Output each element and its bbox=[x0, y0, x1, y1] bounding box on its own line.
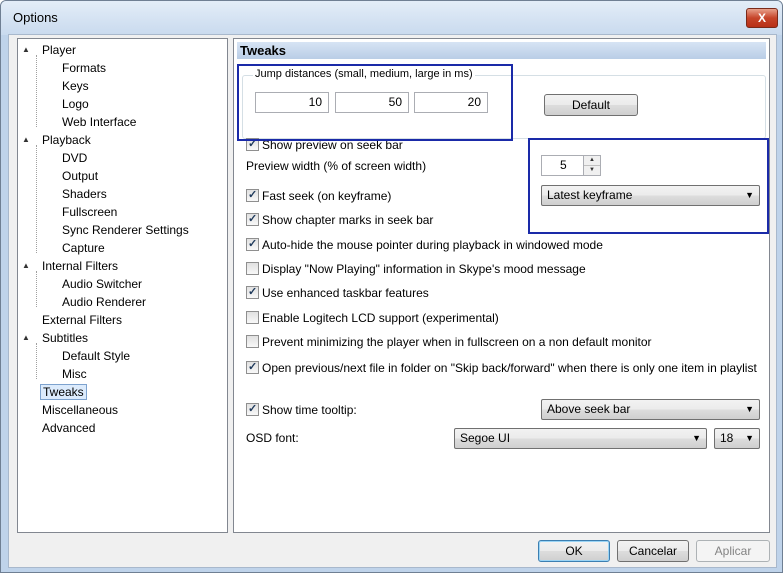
page-title: Tweaks bbox=[237, 42, 766, 59]
preview-width-label: Preview width (% of screen width) bbox=[246, 159, 427, 173]
checkbox-box[interactable] bbox=[246, 401, 259, 417]
tree-item-label: Web Interface bbox=[62, 115, 137, 129]
tree-item-label: Advanced bbox=[42, 421, 96, 435]
tree-connector bbox=[36, 145, 37, 253]
tree-item-label: Audio Renderer bbox=[62, 295, 147, 309]
collapse-triangle-icon[interactable]: ▲ bbox=[22, 46, 30, 54]
cancel-button[interactable]: Cancelar bbox=[617, 540, 689, 562]
checkbox-label: Prevent minimizing the player when in fu… bbox=[262, 335, 652, 349]
tree-item-label: Keys bbox=[62, 79, 89, 93]
tree-item-label: Output bbox=[62, 169, 99, 183]
tree-item-label: External Filters bbox=[42, 313, 123, 327]
default-button[interactable]: Default bbox=[544, 94, 638, 116]
tooltip-position-dropdown[interactable]: Above seek bar ▼ bbox=[541, 399, 760, 420]
tree-item-misc[interactable]: Misc bbox=[62, 365, 87, 383]
checkbox-box[interactable] bbox=[246, 211, 259, 227]
tree-item-label: Default Style bbox=[62, 349, 131, 363]
tree-item-label: Playback bbox=[42, 133, 91, 147]
annotation-box-jump-distances bbox=[237, 64, 513, 141]
apply-button[interactable]: Aplicar bbox=[696, 540, 770, 562]
checkbox-label: Show time tooltip: bbox=[262, 403, 357, 417]
tree-item-label: Sync Renderer Settings bbox=[62, 223, 189, 237]
tree-item-capture[interactable]: Capture bbox=[62, 239, 105, 257]
tree-item-label: Fullscreen bbox=[62, 205, 118, 219]
checkbox-label: Show chapter marks in seek bar bbox=[262, 213, 434, 227]
tree-item-audio-switcher[interactable]: Audio Switcher bbox=[62, 275, 142, 293]
window-title: Options bbox=[13, 10, 58, 25]
tree-item-playback[interactable]: ▲ Playback bbox=[22, 131, 91, 149]
dropdown-value: Segoe UI bbox=[460, 431, 511, 445]
tree-item-label: Miscellaneous bbox=[42, 403, 119, 417]
checkbox-box[interactable] bbox=[246, 359, 259, 375]
osd-font-size-dropdown[interactable]: 18 ▼ bbox=[714, 428, 760, 449]
title-bar[interactable]: Options X bbox=[1, 1, 782, 35]
checkbox-box[interactable] bbox=[246, 187, 259, 203]
collapse-triangle-icon[interactable]: ▲ bbox=[22, 136, 30, 144]
checkbox-label: Auto-hide the mouse pointer during playb… bbox=[262, 238, 603, 252]
tree-item-label: Formats bbox=[62, 61, 107, 75]
tree-item-default-style[interactable]: Default Style bbox=[62, 347, 130, 365]
tree-item-sync-renderer-settings[interactable]: Sync Renderer Settings bbox=[62, 221, 189, 239]
options-tree[interactable]: ▲ Player Formats Keys Logo Web Interface… bbox=[17, 38, 228, 533]
dropdown-value: Above seek bar bbox=[547, 402, 631, 416]
tree-item-label: Internal Filters bbox=[42, 259, 119, 273]
checkbox-box[interactable] bbox=[246, 284, 259, 300]
dropdown-value: 18 bbox=[720, 431, 734, 445]
ok-button[interactable]: OK bbox=[538, 540, 610, 562]
dropdown-arrow-icon: ▼ bbox=[745, 404, 754, 414]
tree-item-logo[interactable]: Logo bbox=[62, 95, 89, 113]
annotation-box-preview-settings bbox=[528, 138, 769, 234]
tree-item-label: Logo bbox=[62, 97, 89, 111]
close-button[interactable]: X bbox=[746, 8, 778, 28]
collapse-triangle-icon[interactable]: ▲ bbox=[22, 334, 30, 342]
tree-item-keys[interactable]: Keys bbox=[62, 77, 89, 95]
checkbox-label: Display "Now Playing" information in Sky… bbox=[262, 262, 586, 276]
options-window: Options X ▲ Player Formats Keys Logo Web… bbox=[0, 0, 783, 573]
tree-item-subtitles[interactable]: ▲ Subtitles bbox=[22, 329, 88, 347]
tree-item-advanced[interactable]: Advanced bbox=[42, 419, 95, 437]
tree-item-audio-renderer[interactable]: Audio Renderer bbox=[62, 293, 146, 311]
tree-item-label: Player bbox=[42, 43, 77, 57]
dropdown-arrow-icon: ▼ bbox=[745, 433, 754, 443]
tree-item-external-filters[interactable]: External Filters bbox=[42, 311, 122, 329]
tree-item-fullscreen[interactable]: Fullscreen bbox=[62, 203, 117, 221]
checkbox-label: Fast seek (on keyframe) bbox=[262, 189, 392, 203]
tree-item-label: Misc bbox=[62, 367, 87, 381]
dropdown-arrow-icon: ▼ bbox=[692, 433, 701, 443]
tree-item-output[interactable]: Output bbox=[62, 167, 98, 185]
tree-item-label: Subtitles bbox=[42, 331, 89, 345]
tree-item-miscellaneous[interactable]: Miscellaneous bbox=[42, 401, 118, 419]
tree-item-label: Shaders bbox=[62, 187, 107, 201]
tree-item-formats[interactable]: Formats bbox=[62, 59, 106, 77]
collapse-triangle-icon[interactable]: ▲ bbox=[22, 262, 30, 270]
osd-font-dropdown[interactable]: Segoe UI ▼ bbox=[454, 428, 707, 449]
checkbox-box[interactable] bbox=[246, 335, 259, 348]
checkbox-box[interactable] bbox=[246, 236, 259, 252]
tree-item-internal-filters[interactable]: ▲ Internal Filters bbox=[22, 257, 118, 275]
tree-item-label: Capture bbox=[62, 241, 105, 255]
checkbox-box[interactable] bbox=[246, 262, 259, 275]
tree-item-tweaks[interactable]: Tweaks bbox=[40, 383, 87, 401]
checkbox-label: Use enhanced taskbar features bbox=[262, 286, 429, 300]
tree-item-shaders[interactable]: Shaders bbox=[62, 185, 107, 203]
tree-item-player[interactable]: ▲ Player bbox=[22, 41, 76, 59]
tree-item-dvd[interactable]: DVD bbox=[62, 149, 87, 167]
tree-item-web-interface[interactable]: Web Interface bbox=[62, 113, 136, 131]
tree-item-label: Audio Switcher bbox=[62, 277, 143, 291]
checkbox-label: Enable Logitech LCD support (experimenta… bbox=[262, 311, 499, 325]
tree-item-label: DVD bbox=[62, 151, 88, 165]
tree-item-label: Tweaks bbox=[40, 384, 87, 400]
tree-connector bbox=[36, 55, 37, 127]
tree-connector bbox=[36, 271, 37, 307]
checkbox-label: Open previous/next file in folder on "Sk… bbox=[262, 361, 757, 375]
osd-font-label: OSD font: bbox=[246, 431, 299, 445]
checkbox-box[interactable] bbox=[246, 311, 259, 324]
tree-connector bbox=[36, 343, 37, 379]
